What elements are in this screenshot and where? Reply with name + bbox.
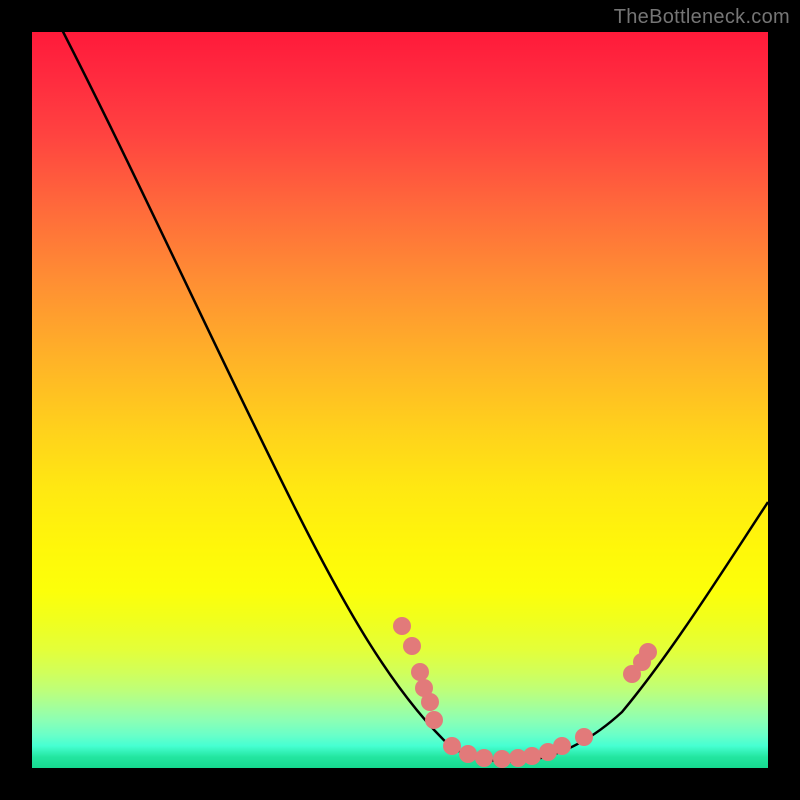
bottleneck-curve bbox=[32, 32, 768, 768]
chart-frame: TheBottleneck.com bbox=[0, 0, 800, 800]
attribution-text: TheBottleneck.com bbox=[614, 6, 790, 29]
data-point bbox=[411, 663, 429, 681]
marker-group bbox=[393, 617, 657, 768]
data-point bbox=[425, 711, 443, 729]
data-point bbox=[575, 728, 593, 746]
data-point bbox=[639, 643, 657, 661]
data-point bbox=[421, 693, 439, 711]
data-point bbox=[553, 737, 571, 755]
data-point bbox=[523, 747, 541, 765]
data-point bbox=[403, 637, 421, 655]
curve-path bbox=[32, 32, 768, 762]
plot-area bbox=[32, 32, 768, 768]
data-point bbox=[459, 745, 477, 763]
data-point bbox=[493, 750, 511, 768]
data-point bbox=[393, 617, 411, 635]
data-point bbox=[443, 737, 461, 755]
data-point bbox=[475, 749, 493, 767]
